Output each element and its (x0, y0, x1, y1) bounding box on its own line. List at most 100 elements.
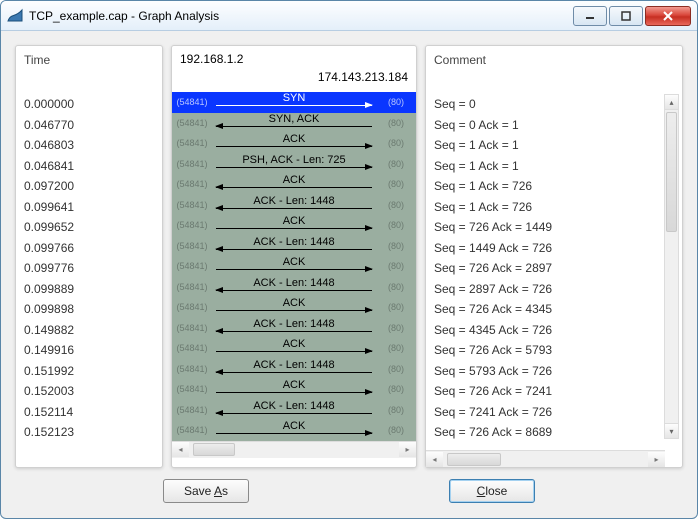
arrow-right-icon (216, 351, 372, 352)
time-row[interactable]: 0.097200 (24, 176, 154, 197)
flow-port-left: (54841) (172, 338, 212, 359)
time-row[interactable]: 0.000000 (24, 94, 154, 115)
close-window-button[interactable] (645, 6, 691, 26)
comment-row[interactable]: Seq = 726 Ack = 2897 (434, 258, 674, 279)
time-row[interactable]: 0.099898 (24, 299, 154, 320)
arrow-left-icon (216, 126, 372, 127)
comment-row[interactable]: Seq = 726 Ack = 7241 (434, 381, 674, 402)
flow-row[interactable]: (54841)(80)SYN, ACK (172, 113, 416, 134)
time-row[interactable]: 0.151992 (24, 361, 154, 382)
scroll-up-icon[interactable]: ▴ (665, 95, 678, 110)
comment-row[interactable]: Seq = 1 Ack = 726 (434, 176, 674, 197)
button-row: Save As Close (15, 468, 683, 508)
close-button[interactable]: Close (449, 479, 535, 503)
maximize-button[interactable] (609, 6, 643, 26)
flow-port-left: (54841) (172, 92, 212, 113)
flow-port-right: (80) (376, 297, 416, 318)
comment-row[interactable]: Seq = 0 Ack = 1 (434, 115, 674, 136)
button-label: Close (477, 484, 508, 498)
comment-row[interactable]: Seq = 1 Ack = 1 (434, 156, 674, 177)
flow-label: ACK - Len: 1448 (253, 400, 334, 412)
flow-list[interactable]: (54841)(80)SYN(54841)(80)SYN, ACK(54841)… (172, 92, 416, 441)
comment-row[interactable]: Seq = 726 Ack = 4345 (434, 299, 674, 320)
scroll-right-icon[interactable]: ▸ (648, 452, 665, 467)
flow-port-right: (80) (376, 379, 416, 400)
time-row[interactable]: 0.046770 (24, 115, 154, 136)
flow-row[interactable]: (54841)(80)ACK (172, 174, 416, 195)
scroll-right-icon[interactable]: ▸ (399, 442, 416, 457)
comment-row[interactable]: Seq = 726 Ack = 5793 (434, 340, 674, 361)
flow-hscrollbar[interactable]: ◂ ▸ (172, 441, 416, 458)
flow-row[interactable]: (54841)(80)ACK - Len: 1448 (172, 400, 416, 421)
window-title: TCP_example.cap - Graph Analysis (29, 9, 571, 23)
wireshark-fin-icon (7, 8, 23, 24)
scroll-left-icon[interactable]: ◂ (172, 442, 189, 457)
arrow-right-icon (216, 146, 372, 147)
flow-row[interactable]: (54841)(80)ACK - Len: 1448 (172, 359, 416, 380)
flow-label: ACK - Len: 1448 (253, 195, 334, 207)
time-header: Time (16, 46, 162, 92)
flow-header: 192.168.1.2 174.143.213.184 (172, 46, 416, 92)
time-list[interactable]: 0.0000000.0467700.0468030.0468410.097200… (16, 92, 162, 447)
comment-row[interactable]: Seq = 7241 Ack = 726 (434, 402, 674, 423)
titlebar[interactable]: TCP_example.cap - Graph Analysis (1, 1, 697, 31)
flow-row[interactable]: (54841)(80)ACK (172, 215, 416, 236)
comment-list[interactable]: Seq = 0Seq = 0 Ack = 1Seq = 1 Ack = 1Seq… (426, 92, 682, 447)
time-row[interactable]: 0.099641 (24, 197, 154, 218)
flow-row[interactable]: (54841)(80)ACK - Len: 1448 (172, 195, 416, 216)
flow-pane: 192.168.1.2 174.143.213.184 (54841)(80)S… (171, 45, 417, 468)
flow-row[interactable]: (54841)(80)PSH, ACK - Len: 725 (172, 154, 416, 175)
arrow-left-icon (216, 249, 372, 250)
time-row[interactable]: 0.046803 (24, 135, 154, 156)
scroll-down-icon[interactable]: ▾ (665, 423, 678, 438)
flow-row[interactable]: (54841)(80)ACK - Len: 1448 (172, 318, 416, 339)
flow-row[interactable]: (54841)(80)ACK (172, 297, 416, 318)
minimize-button[interactable] (573, 6, 607, 26)
comment-row[interactable]: Seq = 726 Ack = 1449 (434, 217, 674, 238)
comment-row[interactable]: Seq = 5793 Ack = 726 (434, 361, 674, 382)
comment-row[interactable]: Seq = 1449 Ack = 726 (434, 238, 674, 259)
arrow-left-icon (216, 187, 372, 188)
time-row[interactable]: 0.099776 (24, 258, 154, 279)
time-row[interactable]: 0.152003 (24, 381, 154, 402)
graph-analysis-window: TCP_example.cap - Graph Analysis Time 0.… (0, 0, 698, 519)
comment-row[interactable]: Seq = 4345 Ack = 726 (434, 320, 674, 341)
flow-row[interactable]: (54841)(80)SYN (172, 92, 416, 113)
flow-label: ACK - Len: 1448 (253, 318, 334, 330)
comment-hscrollbar[interactable]: ◂ ▸ (426, 450, 665, 467)
flow-row[interactable]: (54841)(80)ACK (172, 256, 416, 277)
flow-row[interactable]: (54841)(80)ACK (172, 379, 416, 400)
time-row[interactable]: 0.099889 (24, 279, 154, 300)
time-row[interactable]: 0.099652 (24, 217, 154, 238)
flow-label: ACK - Len: 1448 (253, 277, 334, 289)
flow-row[interactable]: (54841)(80)ACK - Len: 1448 (172, 236, 416, 257)
flow-label: ACK (283, 338, 306, 350)
time-row[interactable]: 0.149882 (24, 320, 154, 341)
flow-port-left: (54841) (172, 133, 212, 154)
flow-port-right: (80) (376, 318, 416, 339)
comment-vscrollbar[interactable]: ▴ ▾ (664, 94, 679, 439)
arrow-left-icon (216, 331, 372, 332)
time-row[interactable]: 0.149916 (24, 340, 154, 361)
time-row[interactable]: 0.046841 (24, 156, 154, 177)
time-row[interactable]: 0.152114 (24, 402, 154, 423)
flow-port-right: (80) (376, 277, 416, 298)
arrow-right-icon (216, 310, 372, 311)
flow-row[interactable]: (54841)(80)ACK (172, 133, 416, 154)
flow-port-left: (54841) (172, 195, 212, 216)
comment-row[interactable]: Seq = 2897 Ack = 726 (434, 279, 674, 300)
comment-row[interactable]: Seq = 0 (434, 94, 674, 115)
time-row[interactable]: 0.152123 (24, 422, 154, 443)
flow-port-left: (54841) (172, 174, 212, 195)
flow-row[interactable]: (54841)(80)ACK (172, 420, 416, 441)
save-as-button[interactable]: Save As (163, 479, 249, 503)
time-row[interactable]: 0.099766 (24, 238, 154, 259)
scroll-left-icon[interactable]: ◂ (426, 452, 443, 467)
flow-row[interactable]: (54841)(80)ACK - Len: 1448 (172, 277, 416, 298)
arrow-right-icon (216, 167, 372, 168)
comment-row[interactable]: Seq = 1 Ack = 726 (434, 197, 674, 218)
flow-port-left: (54841) (172, 359, 212, 380)
comment-row[interactable]: Seq = 1 Ack = 1 (434, 135, 674, 156)
comment-row[interactable]: Seq = 726 Ack = 8689 (434, 422, 674, 443)
flow-row[interactable]: (54841)(80)ACK (172, 338, 416, 359)
